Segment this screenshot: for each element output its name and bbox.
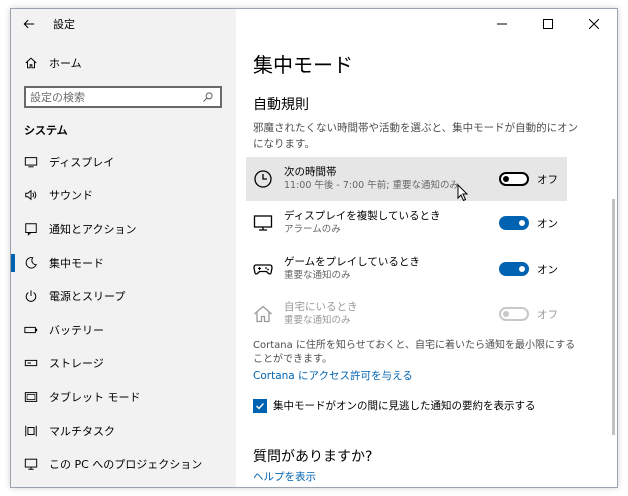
- notification-icon: [23, 221, 39, 237]
- rule-toggle[interactable]: [499, 262, 529, 276]
- sidebar-item-label: この PC へのプロジェクション: [49, 458, 203, 472]
- storage-icon: [23, 355, 39, 371]
- sidebar-item-notifications[interactable]: 通知とアクション: [11, 212, 236, 246]
- close-icon: [589, 19, 599, 29]
- home-icon: [23, 55, 39, 71]
- main-content: 集中モード 自動規則 邪魔されたくない時間帯や活動を選ぶと、集中モードが自動的に…: [236, 9, 617, 487]
- speaker-icon: [23, 187, 39, 203]
- search-input[interactable]: [26, 88, 200, 106]
- power-icon: [23, 288, 39, 304]
- sidebar-item-projection[interactable]: この PC へのプロジェクション: [11, 447, 236, 481]
- rule-subtitle: 重要な通知のみ: [284, 270, 351, 281]
- rule-toggle[interactable]: [499, 172, 529, 186]
- mouse-cursor-icon: [457, 184, 469, 202]
- search-box[interactable]: [24, 86, 222, 108]
- rule-subtitle: アラームのみ: [284, 224, 341, 235]
- summary-checkbox-label: 集中モードがオンの間に見逃した通知の要約を表示する: [273, 400, 536, 412]
- monitor-icon: [252, 212, 274, 234]
- sidebar: 設定 ホーム システム ディスプレイ: [11, 9, 236, 487]
- toggle-knob: [503, 311, 509, 317]
- rule-toggle[interactable]: [499, 216, 529, 230]
- back-arrow-icon: [23, 19, 35, 29]
- toggle-knob: [519, 220, 525, 226]
- home-icon: [252, 303, 274, 325]
- rule-name: ゲームをプレイしているとき: [284, 256, 420, 268]
- moon-icon: [23, 255, 39, 271]
- cortana-permission-link[interactable]: Cortana にアクセス許可を与える: [253, 368, 413, 383]
- sidebar-item-focus-assist[interactable]: 集中モード: [11, 246, 236, 280]
- rule-time-range[interactable]: 次の時間帯 11:00 午後 - 7:00 午前; 重要な通知のみ オフ: [246, 157, 567, 201]
- maximize-icon: [543, 19, 553, 29]
- scrollbar[interactable]: [612, 199, 615, 435]
- display-icon: [23, 154, 39, 170]
- sidebar-item-label: ディスプレイ: [49, 155, 115, 169]
- questions-heading: 質問がありますか?: [253, 449, 373, 465]
- sidebar-section-title: システム: [24, 124, 68, 137]
- rule-at-home: 自宅にいるとき 重要な通知のみ オフ: [246, 292, 567, 336]
- settings-window: 設定 ホーム システム ディスプレイ: [10, 8, 618, 488]
- sidebar-item-power-sleep[interactable]: 電源とスリープ: [11, 279, 236, 313]
- close-button[interactable]: [571, 9, 617, 39]
- sidebar-item-label: 電源とスリープ: [49, 290, 126, 304]
- gamepad-icon: [252, 258, 274, 280]
- section-title: 自動規則: [253, 97, 309, 113]
- summary-checkbox[interactable]: [253, 398, 267, 413]
- back-button[interactable]: [11, 9, 47, 39]
- sidebar-item-label: 集中モード: [49, 256, 104, 270]
- rule-toggle: [499, 307, 529, 321]
- sidebar-item-label: マルチタスク: [49, 424, 115, 438]
- maximize-button[interactable]: [525, 9, 571, 39]
- sidebar-item-label: ストレージ: [49, 357, 104, 371]
- multitask-icon: [23, 423, 39, 439]
- checkmark-icon: [256, 402, 265, 410]
- sidebar-item-tablet-mode[interactable]: タブレット モード: [11, 380, 236, 414]
- rule-duplicating-display[interactable]: ディスプレイを複製しているとき アラームのみ オン: [246, 201, 567, 245]
- toggle-knob: [519, 266, 525, 272]
- tablet-icon: [23, 389, 39, 405]
- toggle-state-label: オン: [537, 217, 558, 230]
- sidebar-item-sound[interactable]: サウンド: [11, 179, 236, 213]
- toggle-knob: [503, 176, 509, 182]
- toggle-state-label: オフ: [537, 173, 558, 186]
- summary-checkbox-row[interactable]: 集中モードがオンの間に見逃した通知の要約を表示する: [253, 398, 536, 413]
- projection-icon: [23, 456, 39, 472]
- window-title: 設定: [53, 18, 75, 31]
- sidebar-item-label: ホーム: [49, 57, 82, 70]
- rule-text: ゲームをプレイしているとき 重要な通知のみ: [284, 255, 499, 283]
- sidebar-item-multitasking[interactable]: マルチタスク: [11, 414, 236, 448]
- sidebar-item-label: バッテリー: [49, 323, 104, 337]
- sidebar-item-label: 通知とアクション: [49, 222, 137, 236]
- section-description: 邪魔されたくない時間帯や活動を選ぶと、集中モードが自動的にオンになります。: [253, 122, 579, 150]
- window-controls: [479, 9, 617, 39]
- sidebar-item-label: タブレット モード: [49, 390, 141, 404]
- title-bar: 設定: [11, 9, 236, 39]
- sidebar-item-storage[interactable]: ストレージ: [11, 347, 236, 381]
- rule-text: 自宅にいるとき 重要な通知のみ: [284, 300, 499, 328]
- rule-name: 自宅にいるとき: [284, 301, 358, 313]
- sidebar-item-display[interactable]: ディスプレイ: [11, 145, 236, 179]
- minimize-button[interactable]: [479, 9, 525, 39]
- toggle-state-label: オン: [537, 263, 558, 276]
- minimize-icon: [497, 23, 507, 25]
- rule-name: 次の時間帯: [284, 166, 337, 178]
- sidebar-item-home[interactable]: ホーム: [11, 49, 236, 77]
- battery-icon: [23, 322, 39, 338]
- page-title: 集中モード: [253, 53, 353, 77]
- toggle-state-label: オフ: [537, 308, 558, 321]
- sidebar-item-label: サウンド: [49, 189, 93, 203]
- clock-icon: [252, 168, 274, 190]
- get-help-link[interactable]: ヘルプを表示: [253, 469, 316, 484]
- rule-text: ディスプレイを複製しているとき アラームのみ: [284, 209, 499, 237]
- sidebar-nav: ディスプレイ サウンド 通知とアクション 集中モード 電源とスリープ バッテリー…: [11, 145, 236, 481]
- sidebar-item-battery[interactable]: バッテリー: [11, 313, 236, 347]
- rule-name: ディスプレイを複製しているとき: [284, 210, 441, 222]
- rule-playing-game[interactable]: ゲームをプレイしているとき 重要な通知のみ オン: [246, 247, 567, 291]
- cortana-description: Cortana に住所を知らせておくと、自宅に着いたら通知を最小限にすることがで…: [253, 340, 576, 365]
- search-icon[interactable]: [200, 89, 216, 105]
- rule-subtitle: 重要な通知のみ: [284, 315, 351, 326]
